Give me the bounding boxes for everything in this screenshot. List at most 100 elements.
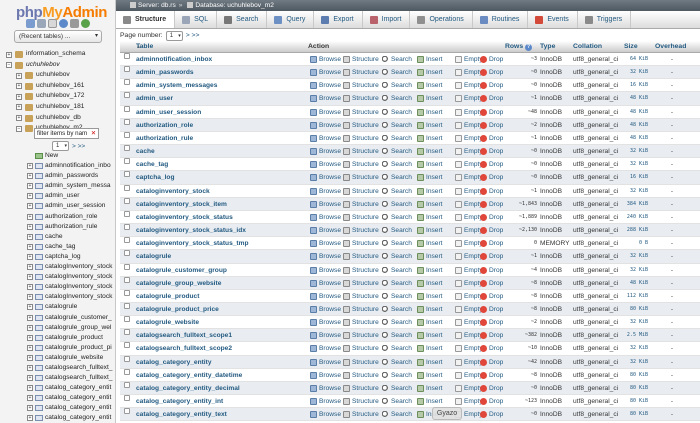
action-insert-link[interactable]: Insert <box>417 369 443 382</box>
action-empty-link[interactable]: Empty <box>455 66 483 79</box>
action-search-link[interactable]: Search <box>382 395 412 408</box>
next-page-link[interactable]: > >> <box>186 32 200 39</box>
action-drop-link[interactable]: Drop <box>480 369 503 382</box>
action-insert-link[interactable]: Insert <box>417 106 443 119</box>
nav-table-item[interactable]: + admin_system_messa <box>0 181 115 191</box>
row-checkbox[interactable] <box>124 66 130 73</box>
table-size-link[interactable]: 112 KiB <box>620 290 648 303</box>
table-name-link[interactable]: catalogrule <box>136 250 171 263</box>
action-insert-link[interactable]: Insert <box>417 145 443 158</box>
action-structure-link[interactable]: Structure <box>343 185 379 198</box>
action-drop-link[interactable]: Drop <box>480 250 503 263</box>
table-name-link[interactable]: authorization_rule <box>136 132 193 145</box>
action-insert-link[interactable]: Insert <box>417 342 443 355</box>
table-name-link[interactable]: admin_user_session <box>136 106 201 119</box>
action-empty-link[interactable]: Empty <box>455 224 483 237</box>
table-name-link[interactable]: catalogsearch_fulltext_scope1 <box>136 329 232 342</box>
expand-icon[interactable]: + <box>6 51 12 58</box>
row-checkbox[interactable] <box>124 395 130 402</box>
nav-db-item[interactable]: + uchuhlebov_161 <box>0 81 115 92</box>
expand-icon[interactable]: + <box>27 294 33 301</box>
table-size-link[interactable]: 32 KiB <box>620 185 648 198</box>
table-size-link[interactable]: 64 KiB <box>620 53 648 66</box>
action-empty-link[interactable]: Empty <box>455 356 483 369</box>
table-size-link[interactable]: 80 KiB <box>620 369 648 382</box>
table-size-link[interactable]: 0 B <box>620 237 648 250</box>
settings-icon[interactable] <box>70 19 79 28</box>
action-browse-link[interactable]: Browse <box>310 342 341 355</box>
action-drop-link[interactable]: Drop <box>480 79 503 92</box>
page-number-select[interactable]: 1 <box>165 30 183 41</box>
action-drop-link[interactable]: Drop <box>480 408 503 421</box>
table-name-link[interactable]: catalog_category_entity <box>136 356 212 369</box>
help-icon[interactable]: ? <box>525 44 533 51</box>
action-drop-link[interactable]: Drop <box>480 224 503 237</box>
nav-table-item[interactable]: + catalogrule_product <box>0 333 115 343</box>
action-search-link[interactable]: Search <box>382 132 412 145</box>
expand-icon[interactable]: + <box>27 304 33 311</box>
action-structure-link[interactable]: Structure <box>343 277 379 290</box>
row-checkbox[interactable] <box>124 368 130 375</box>
action-drop-link[interactable]: Drop <box>480 92 503 105</box>
nav-table-item[interactable]: + catalogrule_customer_ <box>0 313 115 323</box>
nav-table-item[interactable]: + adminnotification_inbo <box>0 161 115 171</box>
expand-icon[interactable]: + <box>27 354 33 361</box>
action-insert-link[interactable]: Insert <box>417 132 443 145</box>
action-empty-link[interactable]: Empty <box>455 185 483 198</box>
tab-search[interactable]: Search <box>217 11 268 28</box>
table-name-link[interactable]: cache_tag <box>136 158 168 171</box>
action-search-link[interactable]: Search <box>382 145 412 158</box>
table-size-link[interactable]: 32 KiB <box>620 356 648 369</box>
action-structure-link[interactable]: Structure <box>343 224 379 237</box>
row-checkbox[interactable] <box>124 329 130 336</box>
action-empty-link[interactable]: Empty <box>455 158 483 171</box>
nav-table-item[interactable]: + admin_user_session <box>0 201 115 211</box>
action-browse-link[interactable]: Browse <box>310 395 341 408</box>
action-empty-link[interactable]: Empty <box>455 145 483 158</box>
action-drop-link[interactable]: Drop <box>480 158 503 171</box>
expand-icon[interactable]: + <box>27 183 33 190</box>
action-structure-link[interactable]: Structure <box>343 211 379 224</box>
action-drop-link[interactable]: Drop <box>480 53 503 66</box>
action-insert-link[interactable]: Insert <box>417 356 443 369</box>
nav-table-item[interactable]: + catalogInventory_stock <box>0 292 115 302</box>
query-window-icon[interactable] <box>48 19 57 28</box>
column-header-overhead[interactable]: Overhead <box>655 41 686 53</box>
action-drop-link[interactable]: Drop <box>480 198 503 211</box>
table-name-link[interactable]: cataloginventory_stock_status <box>136 211 233 224</box>
table-size-link[interactable]: 32 KiB <box>620 145 648 158</box>
action-structure-link[interactable]: Structure <box>343 145 379 158</box>
row-checkbox[interactable] <box>124 237 130 244</box>
action-browse-link[interactable]: Browse <box>310 250 341 263</box>
expand-icon[interactable]: + <box>27 253 33 260</box>
action-drop-link[interactable]: Drop <box>480 277 503 290</box>
nav-db-item[interactable]: − uchuhlebov <box>0 60 115 71</box>
expand-icon[interactable]: + <box>27 233 33 240</box>
recent-tables-select[interactable]: (Recent tables) ... ▾ <box>14 30 102 43</box>
column-header-collation[interactable]: Collation <box>573 41 602 53</box>
action-drop-link[interactable]: Drop <box>480 145 503 158</box>
action-search-link[interactable]: Search <box>382 250 412 263</box>
action-search-link[interactable]: Search <box>382 92 412 105</box>
action-structure-link[interactable]: Structure <box>343 79 379 92</box>
action-insert-link[interactable]: Insert <box>417 250 443 263</box>
table-size-link[interactable]: 32 KiB <box>620 250 648 263</box>
nav-table-item[interactable]: + captcha_log <box>0 252 115 262</box>
nav-table-item[interactable]: + catalog_category_entit <box>0 393 115 403</box>
table-name-link[interactable]: cataloginventory_stock_status_tmp <box>136 237 249 250</box>
action-insert-link[interactable]: Insert <box>417 198 443 211</box>
table-size-link[interactable]: 32 KiB <box>620 158 648 171</box>
action-browse-link[interactable]: Browse <box>310 290 341 303</box>
nav-table-item[interactable]: + cache_tag <box>0 242 115 252</box>
action-insert-link[interactable]: Insert <box>417 158 443 171</box>
table-name-link[interactable]: catalogrule_website <box>136 316 199 329</box>
table-size-link[interactable]: 32 KiB <box>620 342 648 355</box>
table-size-link[interactable]: 48 KiB <box>620 277 648 290</box>
action-structure-link[interactable]: Structure <box>343 106 379 119</box>
action-browse-link[interactable]: Browse <box>310 132 341 145</box>
action-browse-link[interactable]: Browse <box>310 264 341 277</box>
action-drop-link[interactable]: Drop <box>480 119 503 132</box>
table-size-link[interactable]: 288 KiB <box>620 224 648 237</box>
nav-table-item[interactable]: + catalog_category_entit <box>0 383 115 393</box>
action-empty-link[interactable]: Empty <box>455 237 483 250</box>
